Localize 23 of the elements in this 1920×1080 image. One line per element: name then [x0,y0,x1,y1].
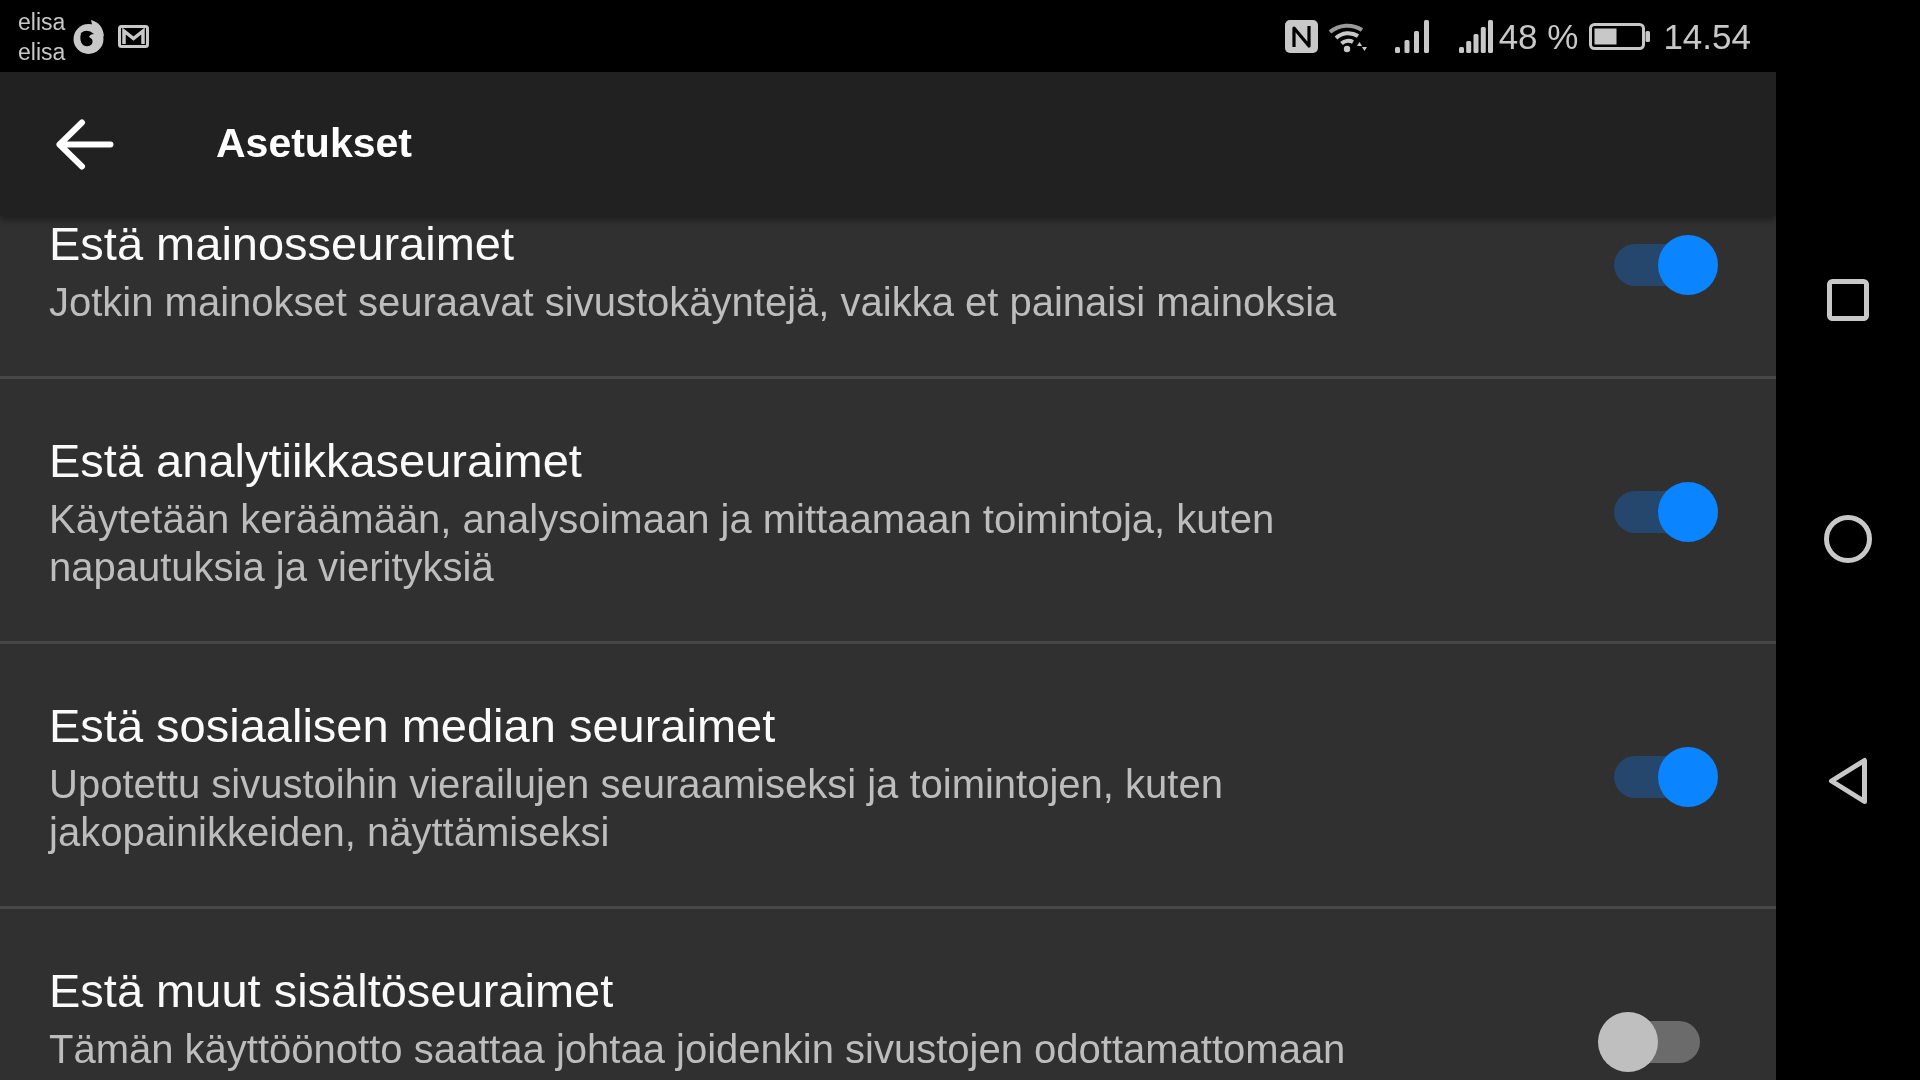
square-icon[interactable] [1827,279,1869,321]
circle-icon[interactable] [1824,515,1872,563]
back-arrow-icon[interactable] [56,118,114,170]
setting-title: Estä muut sisältöseuraimet [49,963,615,1019]
battery-percent: 48 % [1498,18,1579,54]
triangle-icon[interactable] [1828,757,1868,805]
signal-icon [1394,19,1429,53]
setting-title: Estä analytiikkaseuraimet [49,433,583,489]
swirl-icon [71,17,107,55]
setting-description: Upotettu sivustoihin vierailujen seuraamiseksi ja toimintojen, kuten jakopainikkeiden, näyttämiseksi [49,761,1224,856]
carrier-label: elisa [18,8,66,37]
carrier-label: elisa [18,38,66,67]
mail-icon [118,24,150,48]
setting-description: Jotkin mainokset seuraavat sivustokäyntejä, vaikka et painaisi mainoksia [49,279,1338,326]
setting-title: Estä mainosseuraimet [49,216,515,272]
battery-icon [1589,22,1651,50]
clock-time: 14.54 [1663,18,1751,54]
setting-description: Käytetään keräämään, analysoimaan ja mittaamaan toimintoja, kuten napautuksia ja vierityksiä [49,496,1276,591]
setting-description: Tämän käyttöönotto saattaa johtaa joidenkin sivustojen odottamattomaan [49,1026,1347,1073]
screen-title: Asetukset [216,119,412,169]
signal-icon [1458,19,1493,53]
setting-title: Estä sosiaalisen median seuraimet [49,698,777,754]
nfc-icon [1284,19,1318,53]
